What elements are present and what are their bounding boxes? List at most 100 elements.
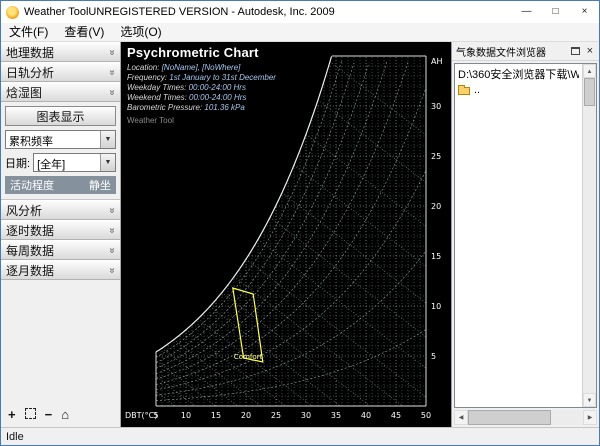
- svg-text:25: 25: [271, 411, 281, 420]
- psychrometric-controls: 图表显示 累积频率 ▼ 日期: [全年] ▼ 活动程度 静坐: [1, 102, 120, 200]
- main-area: 地理数据 » 日轨分析 » 焓湿图 » 图表显示 累积频率 ▼ 日期:: [1, 42, 599, 427]
- menu-item-view[interactable]: 查看(V): [56, 23, 112, 42]
- zoom-in-button[interactable]: +: [8, 408, 16, 422]
- svg-text:30: 30: [301, 411, 311, 420]
- sidebar-item-label: 风分析: [6, 202, 42, 219]
- horizontal-scroll-track[interactable]: [468, 410, 583, 425]
- app-window: Weather ToolUNREGISTERED VERSION - Autod…: [0, 0, 600, 446]
- sidebar-item-label: 地理数据: [6, 44, 54, 61]
- browser-body: D:\360安全浏览器下载\Weathe .. ▲ ▼: [454, 63, 597, 408]
- info-label: Weekday Times:: [127, 83, 186, 92]
- sidebar-item-label: 焓湿图: [6, 84, 42, 101]
- activity-level-row[interactable]: 活动程度 静坐: [5, 176, 116, 194]
- file-list[interactable]: D:\360安全浏览器下载\Weathe ..: [455, 64, 582, 407]
- svg-text:AH: AH: [431, 57, 443, 66]
- sidebar-item-weekly-data[interactable]: 每周数据 »: [1, 240, 120, 260]
- svg-text:25: 25: [431, 152, 441, 161]
- chart-panel: Psychrometric Chart Location: [NoName], …: [121, 42, 451, 427]
- double-chevron-icon: »: [107, 247, 118, 253]
- info-label: Frequency:: [127, 73, 167, 82]
- sidebar-item-hourly-data[interactable]: 逐时数据 »: [1, 220, 120, 240]
- display-mode-value: 累积频率: [6, 131, 100, 148]
- svg-text:5: 5: [431, 352, 436, 361]
- vertical-scroll-thumb[interactable]: [584, 78, 595, 106]
- svg-text:35: 35: [331, 411, 341, 420]
- parent-directory-item[interactable]: ..: [458, 84, 579, 96]
- date-label: 日期:: [5, 155, 30, 171]
- vertical-scroll-track[interactable]: [583, 78, 596, 393]
- status-text: Idle: [6, 431, 24, 443]
- info-label: Location:: [127, 63, 159, 72]
- double-chevron-icon: »: [107, 49, 118, 55]
- double-chevron-icon: »: [107, 227, 118, 233]
- vertical-scrollbar[interactable]: ▲ ▼: [582, 64, 596, 407]
- date-select[interactable]: [全年] ▼: [33, 153, 116, 172]
- chart-info-line: Location: [NoName], [NoWhere]: [127, 63, 276, 73]
- chart-info-line: Weekday Times: 00:00-24:00 Hrs: [127, 83, 276, 93]
- sidebar-item-wind-analysis[interactable]: 风分析 »: [1, 200, 120, 220]
- browser-panel-header: 气象数据文件浏览器 ×: [452, 42, 599, 61]
- date-row: 日期: [全年] ▼: [5, 153, 116, 172]
- svg-text:40: 40: [361, 411, 371, 420]
- scroll-down-arrow-icon[interactable]: ▼: [583, 393, 596, 407]
- minimize-button[interactable]: —: [512, 1, 541, 23]
- double-chevron-icon: »: [107, 69, 118, 75]
- sidebar-item-label: 日轨分析: [6, 64, 54, 81]
- svg-text:10: 10: [181, 411, 191, 420]
- sidebar-item-monthly-data[interactable]: 逐月数据 »: [1, 260, 120, 280]
- double-chevron-icon: »: [107, 267, 118, 273]
- zoom-out-button[interactable]: −: [45, 408, 53, 422]
- sidebar-item-label: 逐月数据: [6, 262, 54, 279]
- svg-text:50: 50: [421, 411, 431, 420]
- svg-text:20: 20: [241, 411, 251, 420]
- double-chevron-icon: »: [107, 207, 118, 213]
- weather-file-browser-panel: 气象数据文件浏览器 × D:\360安全浏览器下载\Weathe .. ▲: [451, 42, 599, 427]
- sidebar-item-label: 每周数据: [6, 242, 54, 259]
- current-path: D:\360安全浏览器下载\Weathe: [458, 66, 579, 82]
- window-title: Weather ToolUNREGISTERED VERSION - Autod…: [24, 6, 335, 18]
- sidebar-item-label: 逐时数据: [6, 222, 54, 239]
- svg-text:20: 20: [431, 202, 441, 211]
- menu-item-options[interactable]: 选项(O): [112, 23, 169, 42]
- menu-item-file[interactable]: 文件(F): [1, 23, 56, 42]
- info-value: 1st January to 31st December: [167, 73, 276, 82]
- chart-info-line: Barometric Pressure: 101.36 kPa: [127, 103, 276, 113]
- chart-header: Psychrometric Chart Location: [NoName], …: [127, 45, 276, 125]
- y-axis-labels: AH51015202530: [431, 57, 443, 361]
- status-bar: Idle: [1, 427, 599, 445]
- fit-extents-icon: [25, 408, 36, 419]
- svg-text:Comfort: Comfort: [234, 353, 263, 361]
- info-value: 00:00-24:00 Hrs: [186, 83, 246, 92]
- activity-value: 静坐: [89, 177, 111, 193]
- folder-icon: [458, 87, 470, 95]
- close-button[interactable]: ×: [570, 1, 599, 23]
- home-button[interactable]: ⌂: [61, 408, 69, 422]
- info-value: 101.36 kPa: [202, 103, 245, 112]
- maximize-button[interactable]: □: [541, 1, 570, 23]
- display-mode-select[interactable]: 累积频率 ▼: [5, 130, 116, 149]
- sidebar-item-psychrometric[interactable]: 焓湿图 »: [1, 82, 120, 102]
- app-icon: [6, 6, 19, 19]
- svg-text:10: 10: [431, 302, 441, 311]
- browser-panel-title: 气象数据文件浏览器: [456, 44, 546, 59]
- sidebar-item-sunpath-analysis[interactable]: 日轨分析 »: [1, 62, 120, 82]
- chevron-down-icon: ▼: [100, 154, 115, 171]
- chart-info-line: Frequency: 1st January to 31st December: [127, 73, 276, 83]
- scroll-left-arrow-icon[interactable]: ◀: [454, 410, 468, 425]
- horizontal-scroll-thumb[interactable]: [468, 410, 551, 425]
- svg-text:45: 45: [391, 411, 401, 420]
- menu-bar: 文件(F) 查看(V) 选项(O): [1, 23, 599, 42]
- chart-info-line: Weekend Times: 00:00-24:00 Hrs: [127, 93, 276, 103]
- parent-directory-label: ..: [474, 84, 480, 96]
- scroll-up-arrow-icon[interactable]: ▲: [583, 64, 596, 78]
- chart-title: Psychrometric Chart: [127, 45, 276, 60]
- info-label: Weekend Times:: [127, 93, 187, 102]
- chevron-down-icon: ▼: [100, 131, 115, 148]
- sidebar-item-geographic-data[interactable]: 地理数据 »: [1, 42, 120, 62]
- fit-extents-button[interactable]: [25, 408, 36, 422]
- horizontal-scrollbar[interactable]: ◀ ▶: [454, 410, 597, 425]
- browser-close-button[interactable]: ×: [585, 45, 595, 57]
- chart-display-button[interactable]: 图表显示: [5, 106, 116, 126]
- float-window-icon[interactable]: [571, 47, 580, 55]
- scroll-right-arrow-icon[interactable]: ▶: [583, 410, 597, 425]
